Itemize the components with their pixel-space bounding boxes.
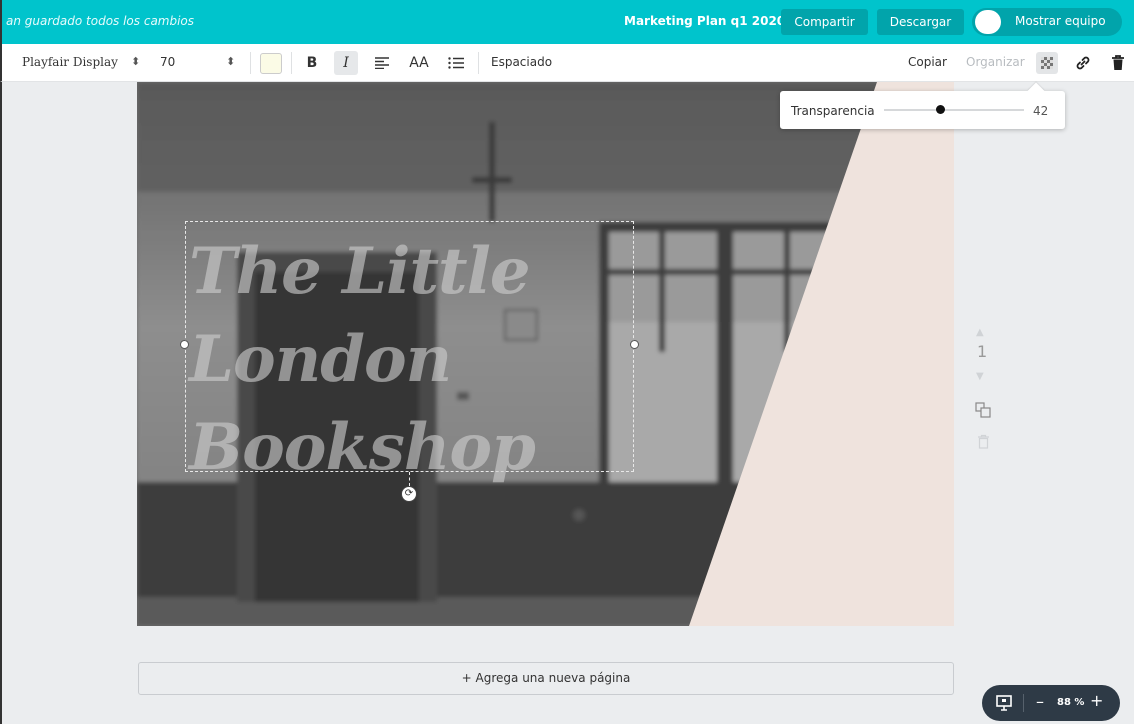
window-edge [0,82,2,724]
headline-line: The Little [189,234,531,309]
top-bar: an guardado todos los cambios Marketing … [0,0,1134,44]
headline-line: London [189,322,452,397]
document-title[interactable]: Marketing Plan q1 2020 [624,14,785,28]
toolbar-divider [250,52,251,74]
align-left-icon[interactable] [370,51,394,75]
share-button[interactable]: Compartir [781,9,868,35]
show-team-label: Mostrar equipo [1015,14,1106,28]
resize-handle-left[interactable] [180,340,189,349]
show-team-toggle[interactable]: Mostrar equipo [972,8,1122,36]
design-canvas[interactable]: The Little London Bookshop ⟳ [137,82,954,626]
transparency-popover: Transparencia 42 [780,82,1065,129]
page-up-icon[interactable]: ▲ [976,327,984,338]
list-icon[interactable] [444,51,468,75]
zoom-out-button[interactable]: – [1036,692,1044,711]
resize-handle-right[interactable] [630,340,639,349]
download-button[interactable]: Descargar [877,9,964,35]
page-number: 1 [977,342,988,361]
text-color-swatch[interactable] [260,53,282,74]
italic-button[interactable]: I [334,51,358,75]
font-size-chevron-icon[interactable]: ⬍ [226,55,235,68]
bold-button[interactable]: B [300,51,324,75]
text-case-button[interactable]: AA [405,51,433,75]
spacing-button[interactable]: Espaciado [491,55,552,69]
copy-button[interactable]: Copiar [908,55,947,69]
text-toolbar: Playfair Display ⬍ 70 ⬍ B I AA Espaciado… [0,44,1134,82]
duplicate-page-icon[interactable] [975,402,991,418]
zoom-divider [1023,694,1024,712]
add-page-button[interactable]: + Agrega una nueva página [138,662,954,695]
zoom-level[interactable]: 88 % [1057,697,1084,708]
font-family-chevron-icon[interactable]: ⬍ [131,55,140,68]
transparency-slider-track[interactable] [884,109,1024,111]
transparency-icon [1041,57,1053,69]
zoom-control: – 88 % + [982,685,1120,721]
transparency-slider-knob[interactable] [936,105,945,114]
delete-page-icon[interactable] [977,434,990,449]
toggle-knob [975,10,1001,34]
page-down-icon[interactable]: ▼ [976,371,984,382]
arrange-button[interactable]: Organizar [966,55,1025,69]
transparency-label: Transparencia [791,104,875,118]
popover-caret [1027,82,1045,100]
toolbar-divider [478,52,479,74]
rotate-handle-icon[interactable]: ⟳ [401,486,417,502]
transparency-value[interactable]: 42 [1033,104,1048,118]
headline-text[interactable]: The Little London Bookshop [189,228,536,492]
link-icon[interactable] [1073,53,1093,73]
zoom-in-button[interactable]: + [1090,691,1103,710]
present-icon[interactable] [995,694,1013,712]
headline-line: Bookshop [189,410,536,485]
toolbar-divider [291,52,292,74]
font-size-select[interactable]: 70 [160,55,175,69]
save-status: an guardado todos los cambios [6,14,195,28]
transparency-button[interactable] [1036,52,1058,74]
trash-icon[interactable] [1108,53,1128,73]
font-family-select[interactable]: Playfair Display [22,55,118,69]
